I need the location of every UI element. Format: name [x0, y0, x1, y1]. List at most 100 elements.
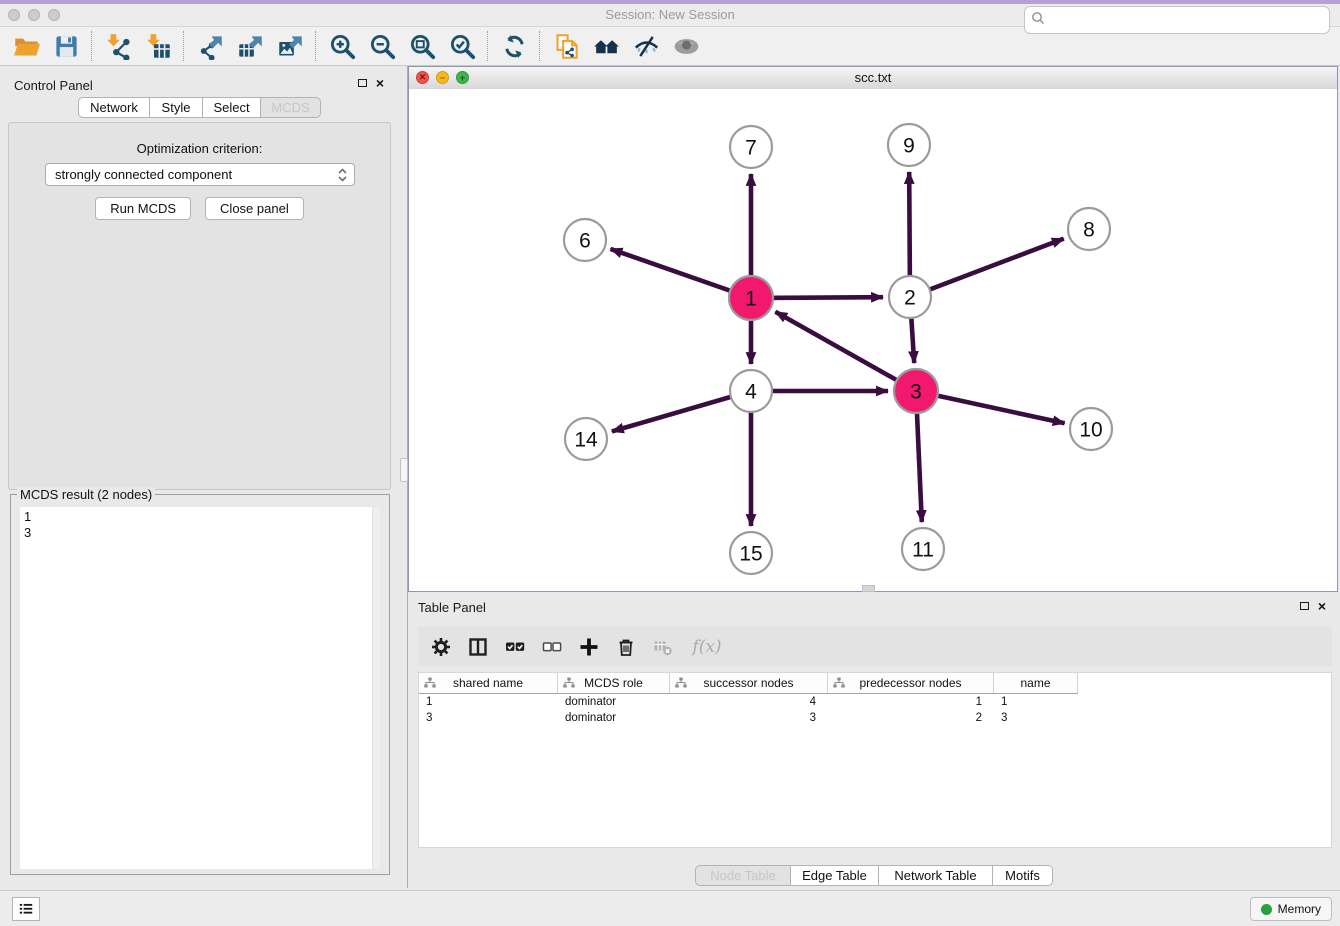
- vertical-splitter[interactable]: [400, 66, 408, 888]
- graph-node-8[interactable]: 8: [1068, 208, 1110, 250]
- memory-button[interactable]: Memory: [1250, 897, 1332, 921]
- open-session-button[interactable]: [6, 29, 46, 63]
- column-header-shared-name[interactable]: shared name: [419, 673, 558, 693]
- table-cell[interactable]: 1: [419, 696, 558, 708]
- mcds-result-title: MCDS result (2 nodes): [17, 487, 155, 502]
- node-label: 8: [1083, 219, 1095, 242]
- table-cell[interactable]: 3: [419, 712, 558, 724]
- tab-select[interactable]: Select: [203, 97, 261, 118]
- table-cell[interactable]: 2: [828, 712, 994, 724]
- import-network-icon: [105, 33, 132, 60]
- task-history-button[interactable]: [12, 897, 40, 921]
- select-all-columns-icon: [505, 637, 525, 657]
- tab-node-table[interactable]: Node Table: [695, 865, 791, 886]
- toolbar-separator: [315, 31, 317, 61]
- table-cell[interactable]: 1: [994, 696, 1078, 708]
- node-label: 15: [739, 543, 762, 566]
- graph-node-7[interactable]: 7: [730, 126, 772, 168]
- run-mcds-button[interactable]: Run MCDS: [95, 197, 191, 220]
- column-header-name[interactable]: name: [994, 673, 1078, 693]
- mcds-result-list[interactable]: 13: [20, 507, 380, 869]
- zoom-out-icon: [369, 33, 396, 60]
- table-cell[interactable]: 1: [828, 696, 994, 708]
- tab-style[interactable]: Style: [150, 97, 203, 118]
- network-canvas[interactable]: 7 9 6 8 1 2 4 3 14 10 15 11: [409, 89, 1337, 591]
- add-column-button[interactable]: [574, 632, 604, 662]
- table-cell[interactable]: 3: [994, 712, 1078, 724]
- function-builder-icon: f(x): [692, 637, 721, 657]
- deselect-all-columns-button[interactable]: [537, 632, 567, 662]
- graph-node-2[interactable]: 2: [889, 276, 931, 318]
- table-panel: Table Panel × f(x) shared nameMCDS roles…: [408, 594, 1340, 888]
- export-table-button[interactable]: [230, 29, 270, 63]
- search-input[interactable]: [1024, 6, 1330, 34]
- export-network-button[interactable]: [190, 29, 230, 63]
- graph-node-11[interactable]: 11: [902, 528, 944, 570]
- vertical-splitter-handle[interactable]: [400, 458, 408, 482]
- table-row[interactable]: 1dominator411: [419, 694, 1331, 710]
- tab-mcds[interactable]: MCDS: [261, 97, 321, 118]
- result-scrollbar[interactable]: [372, 507, 380, 869]
- tab-edge-table[interactable]: Edge Table: [791, 865, 879, 886]
- export-network-icon: [197, 33, 224, 60]
- graph-node-3[interactable]: 3: [894, 369, 938, 413]
- refresh-icon: [501, 33, 528, 60]
- table-row[interactable]: 3dominator323: [419, 710, 1331, 726]
- graph-node-4[interactable]: 4: [730, 370, 772, 412]
- network-graph[interactable]: 7 9 6 8 1 2 4 3 14 10 15 11: [409, 89, 1337, 591]
- graph-node-15[interactable]: 15: [730, 532, 772, 574]
- list-icon: [19, 901, 33, 917]
- edge-2-8[interactable]: [910, 239, 1064, 297]
- delete-columns-button[interactable]: [611, 632, 641, 662]
- column-header-MCDS-role[interactable]: MCDS role: [558, 673, 670, 693]
- column-header-predecessor-nodes[interactable]: predecessor nodes: [828, 673, 994, 693]
- table-cell[interactable]: dominator: [558, 696, 670, 708]
- export-image-button[interactable]: [270, 29, 310, 63]
- zoom-fit-button[interactable]: [402, 29, 442, 63]
- node-label: 11: [912, 539, 934, 562]
- tab-motifs[interactable]: Motifs: [993, 865, 1053, 886]
- toolbar-separator: [183, 31, 185, 61]
- edge-3-1[interactable]: [775, 312, 916, 391]
- settings-gear-button[interactable]: [426, 632, 456, 662]
- graph-node-6[interactable]: 6: [564, 219, 606, 261]
- new-network-from-selection-button[interactable]: [546, 29, 586, 63]
- node-label: 2: [904, 287, 916, 310]
- tab-network[interactable]: Network: [78, 97, 150, 118]
- toggle-columns-button[interactable]: [463, 632, 493, 662]
- table-cell[interactable]: 3: [670, 712, 828, 724]
- refresh-button[interactable]: [494, 29, 534, 63]
- control-panel-title: Control Panel: [14, 78, 93, 93]
- hide-selected-button[interactable]: [626, 29, 666, 63]
- save-session-button[interactable]: [46, 29, 86, 63]
- tab-network-table[interactable]: Network Table: [879, 865, 993, 886]
- float-table-panel-icon[interactable]: [1300, 602, 1309, 610]
- import-table-button[interactable]: [138, 29, 178, 63]
- table-cell[interactable]: 4: [670, 696, 828, 708]
- close-panel-icon[interactable]: ×: [376, 78, 384, 88]
- zoom-out-button[interactable]: [362, 29, 402, 63]
- zoom-in-button[interactable]: [322, 29, 362, 63]
- table-cell[interactable]: dominator: [558, 712, 670, 724]
- select-all-columns-button[interactable]: [500, 632, 530, 662]
- graph-node-10[interactable]: 10: [1070, 408, 1112, 450]
- new-network-from-selection-icon: [553, 33, 580, 60]
- graph-node-1[interactable]: 1: [729, 276, 773, 320]
- show-all-button[interactable]: [666, 29, 706, 63]
- graph-node-9[interactable]: 9: [888, 124, 930, 166]
- horizontal-splitter-handle[interactable]: [862, 585, 875, 592]
- close-table-panel-icon[interactable]: ×: [1318, 601, 1326, 611]
- deselect-all-columns-icon: [542, 637, 562, 657]
- network-window-titlebar[interactable]: ✕ − + scc.txt: [409, 67, 1337, 90]
- column-header-successor-nodes[interactable]: successor nodes: [670, 673, 828, 693]
- mcds-buttons: Run MCDS Close panel: [9, 197, 390, 220]
- float-panel-icon[interactable]: [358, 79, 367, 87]
- first-neighbors-button[interactable]: [586, 29, 626, 63]
- close-panel-button[interactable]: Close panel: [205, 197, 304, 220]
- table-panel-title: Table Panel: [418, 600, 486, 615]
- graph-node-14[interactable]: 14: [565, 418, 607, 460]
- zoom-selected-button[interactable]: [442, 29, 482, 63]
- toolbar-separator: [539, 31, 541, 61]
- import-network-button[interactable]: [98, 29, 138, 63]
- optimization-criterion-dropdown[interactable]: strongly connected component: [45, 163, 355, 186]
